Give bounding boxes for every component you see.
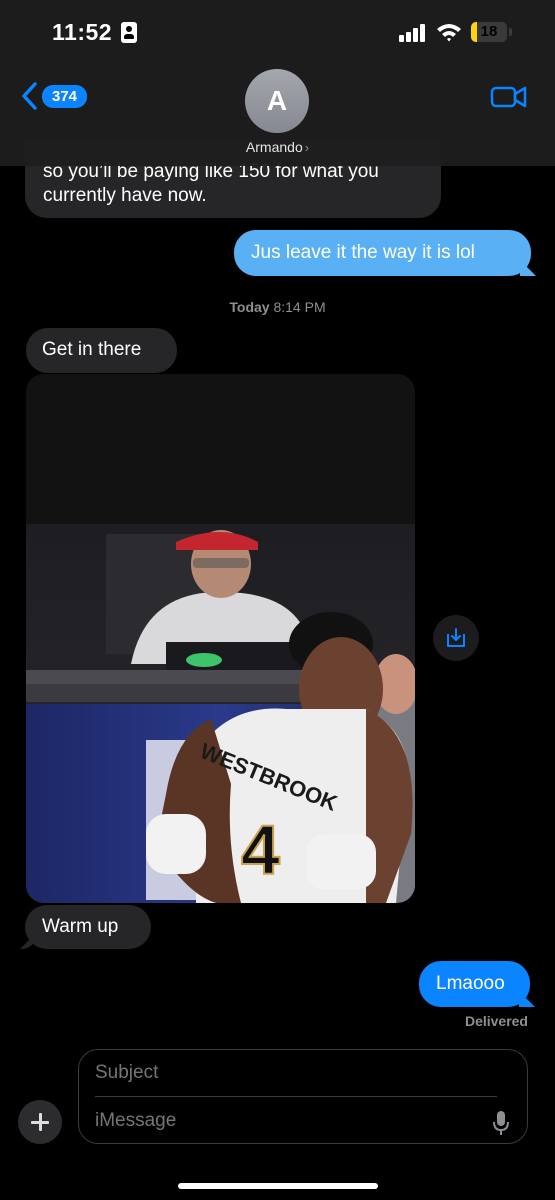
imessage-input[interactable] (95, 1110, 475, 1132)
status-bar: 11:52 18 (0, 0, 555, 62)
message-text: Jus leave it the way it is lol (251, 242, 475, 263)
jersey-number: 4 (241, 811, 280, 889)
wifi-icon (437, 24, 461, 42)
composer-divider (95, 1096, 497, 1097)
subject-input[interactable] (95, 1062, 475, 1084)
plus-button[interactable] (18, 1100, 62, 1144)
message-composer (78, 1049, 528, 1144)
video-call-icon[interactable] (490, 84, 528, 110)
basketball-photo: WESTBROOK 4 (26, 374, 415, 903)
battery-icon: 18 (471, 22, 507, 42)
back-chevron-icon (22, 82, 37, 110)
clock: 11:52 (52, 19, 113, 45)
chevron-right-icon: › (304, 140, 310, 155)
avatar-initial: A (266, 85, 288, 116)
message-text: Lmaooo (436, 973, 505, 994)
timestamp-day: Today (229, 299, 270, 315)
message-text: Warm up (42, 916, 119, 937)
save-photo-icon (447, 628, 465, 647)
id-card-icon (121, 22, 137, 43)
message-timestamp: Today 8:14 PM (0, 299, 555, 315)
contact-name-button[interactable]: Armando › (0, 139, 555, 155)
home-indicator (178, 1183, 378, 1189)
signal-icon (399, 24, 429, 42)
delivery-status: Delivered (464, 1013, 528, 1029)
photo-attachment[interactable]: WESTBROOK 4 (26, 374, 415, 903)
message-received-3[interactable]: Warm up (25, 905, 151, 949)
unread-count-badge: 374 (42, 84, 88, 108)
message-sent-2[interactable]: Lmaooo (419, 961, 530, 1007)
battery-percent: 18 (480, 23, 498, 40)
message-received-2[interactable]: Get in there (26, 328, 177, 373)
message-text: Get in there (42, 339, 142, 360)
contact-name: Armando (245, 139, 303, 155)
back-button[interactable]: 374 (20, 80, 88, 112)
microphone-icon[interactable] (492, 1110, 510, 1136)
contact-avatar[interactable]: A (245, 69, 309, 133)
save-photo-button[interactable] (433, 615, 479, 661)
timestamp-time: 8:14 PM (273, 299, 326, 315)
message-sent-1[interactable]: Jus leave it the way it is lol (234, 230, 531, 276)
message-text: so you’ll be paying like 150 for what yo… (43, 161, 379, 206)
battery-cap (509, 28, 512, 36)
